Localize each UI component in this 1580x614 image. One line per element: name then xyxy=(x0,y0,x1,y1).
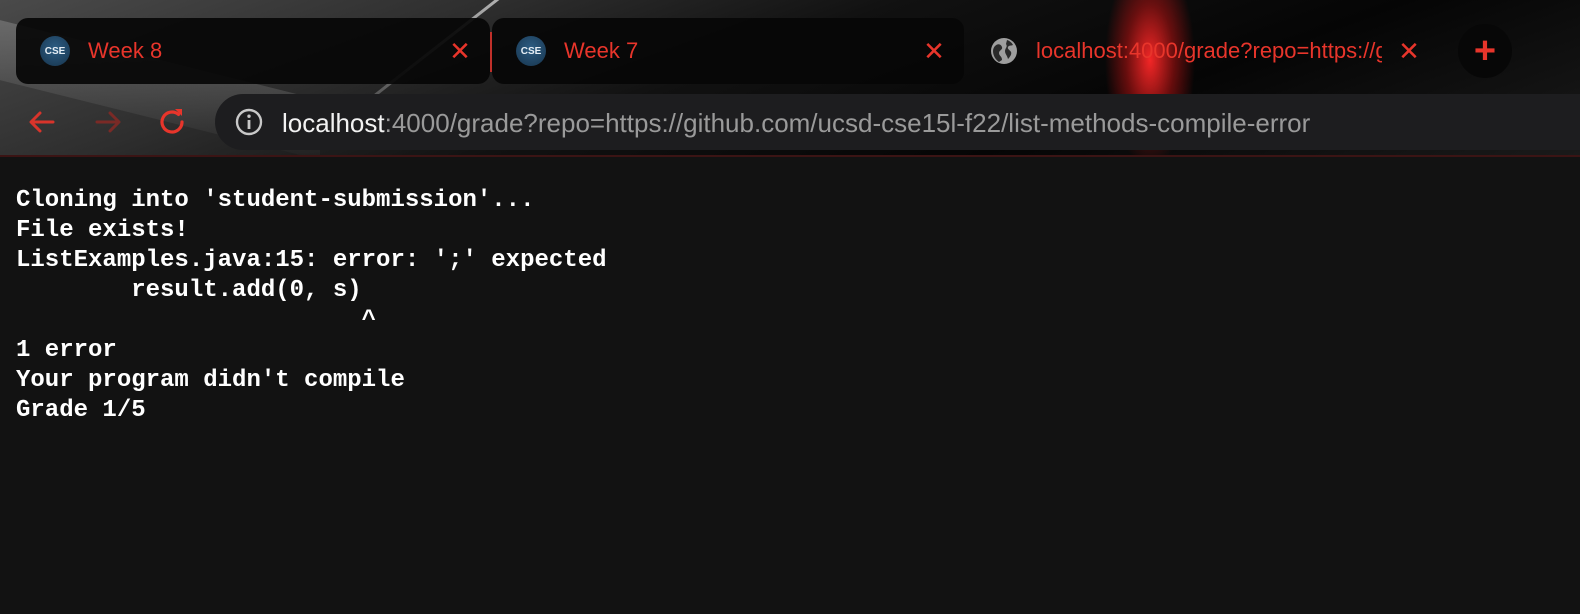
tab-title: Week 8 xyxy=(88,38,163,63)
output-line: File exists! xyxy=(16,217,189,244)
tab-localhost-grade[interactable]: localhost:4000/grade?repo=https://github… xyxy=(966,18,1440,84)
reload-button[interactable] xyxy=(152,102,192,142)
arrow-left-icon xyxy=(29,111,55,133)
info-icon[interactable] xyxy=(235,108,263,136)
output-line: ^ xyxy=(16,307,377,334)
output-line: 1 error xyxy=(16,337,117,364)
tab-title: Week 7 xyxy=(564,38,639,63)
tab-strip: CSE Week 8 ✕ CSE Week 7 ✕ localhost:4000… xyxy=(0,0,1580,90)
output-line: result.add(0, s) xyxy=(16,277,362,304)
tab-week-8[interactable]: CSE Week 8 ✕ xyxy=(16,18,490,84)
forward-button[interactable] xyxy=(88,102,128,142)
close-tab-icon[interactable]: ✕ xyxy=(446,37,474,65)
output-line: Your program didn't compile xyxy=(16,367,405,394)
tab-title: localhost:4000/grade?repo=https://github… xyxy=(1036,38,1382,63)
output-line: Cloning into 'student-submission'... xyxy=(16,187,535,214)
close-tab-icon[interactable]: ✕ xyxy=(1395,37,1423,65)
tab-week-7[interactable]: CSE Week 7 ✕ xyxy=(492,18,964,84)
output-line: ListExamples.java:15: error: ';' expecte… xyxy=(16,247,607,274)
new-tab-button[interactable]: + xyxy=(1458,24,1512,78)
address-bar[interactable]: localhost:4000/grade?repo=https://github… xyxy=(215,94,1580,150)
output-line: Grade 1/5 xyxy=(16,397,146,424)
cse-favicon-icon: CSE xyxy=(40,36,70,66)
cse-favicon-icon: CSE xyxy=(516,36,546,66)
url-text[interactable]: localhost:4000/grade?repo=https://github… xyxy=(282,108,1310,139)
browser-chrome: CSE Week 8 ✕ CSE Week 7 ✕ localhost:4000… xyxy=(0,0,1580,157)
reload-icon xyxy=(160,109,184,134)
arrow-right-icon xyxy=(95,111,121,133)
globe-icon xyxy=(991,38,1017,64)
back-button[interactable] xyxy=(22,102,62,142)
url-path: :4000/grade?repo=https://github.com/ucsd… xyxy=(384,108,1311,138)
close-tab-icon[interactable]: ✕ xyxy=(920,37,948,65)
url-host: localhost xyxy=(282,108,385,138)
grader-output: Cloning into 'student-submission'... Fil… xyxy=(16,186,607,426)
page-content: Cloning into 'student-submission'... Fil… xyxy=(0,157,1580,614)
browser-toolbar: localhost:4000/grade?repo=https://github… xyxy=(0,90,1580,155)
